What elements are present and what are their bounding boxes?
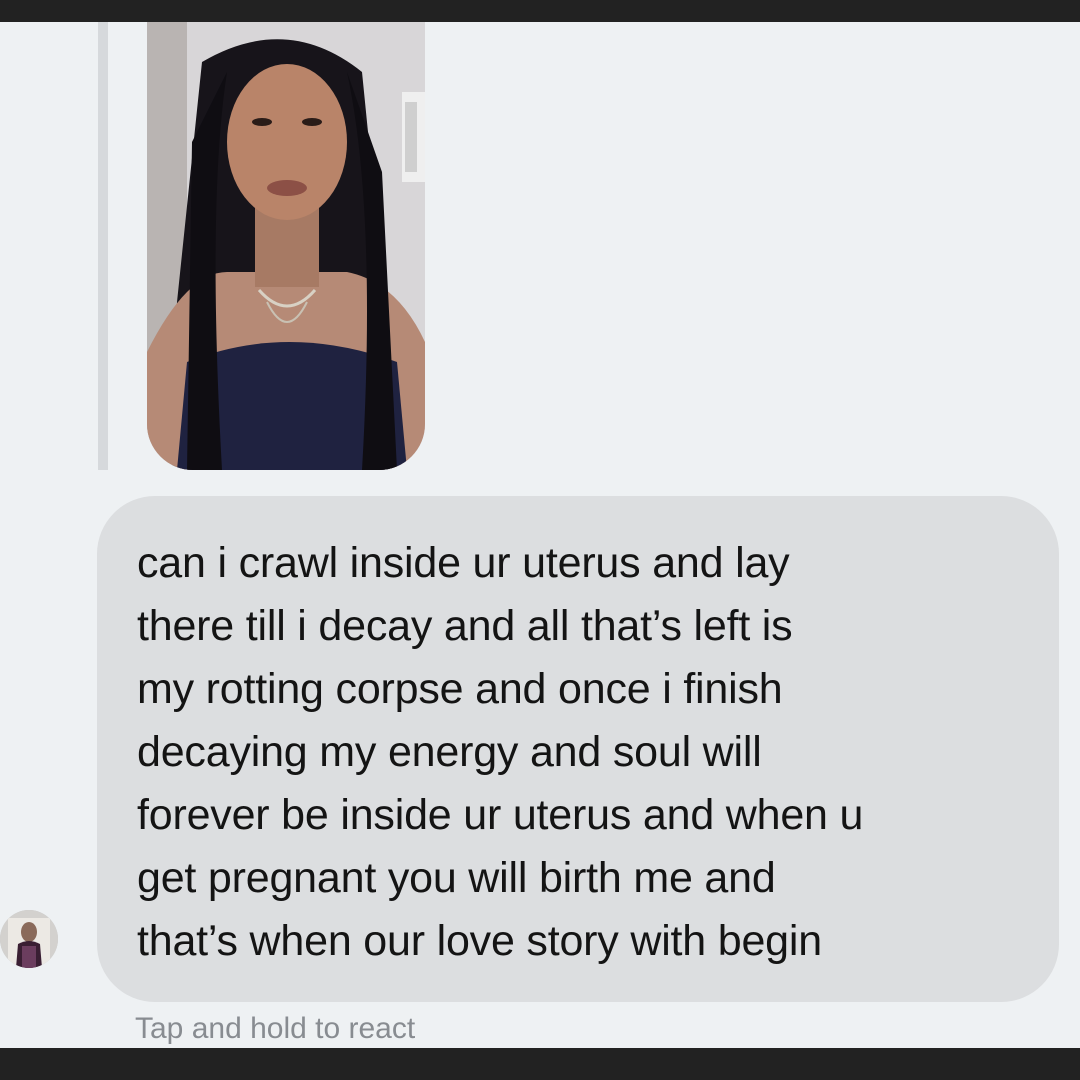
- profile-photo-icon: [0, 910, 58, 968]
- photo-message-image: [147, 22, 425, 470]
- message-text: can i crawl inside ur uterus and lay the…: [137, 539, 864, 965]
- sender-avatar[interactable]: [0, 910, 58, 968]
- message-bubble[interactable]: can i crawl inside ur uterus and lay the…: [97, 496, 1059, 1002]
- thread-line: [98, 22, 108, 470]
- chat-thread: can i crawl inside ur uterus and lay the…: [0, 22, 1080, 1048]
- photo-message[interactable]: [147, 22, 425, 470]
- react-hint: Tap and hold to react: [135, 1012, 416, 1045]
